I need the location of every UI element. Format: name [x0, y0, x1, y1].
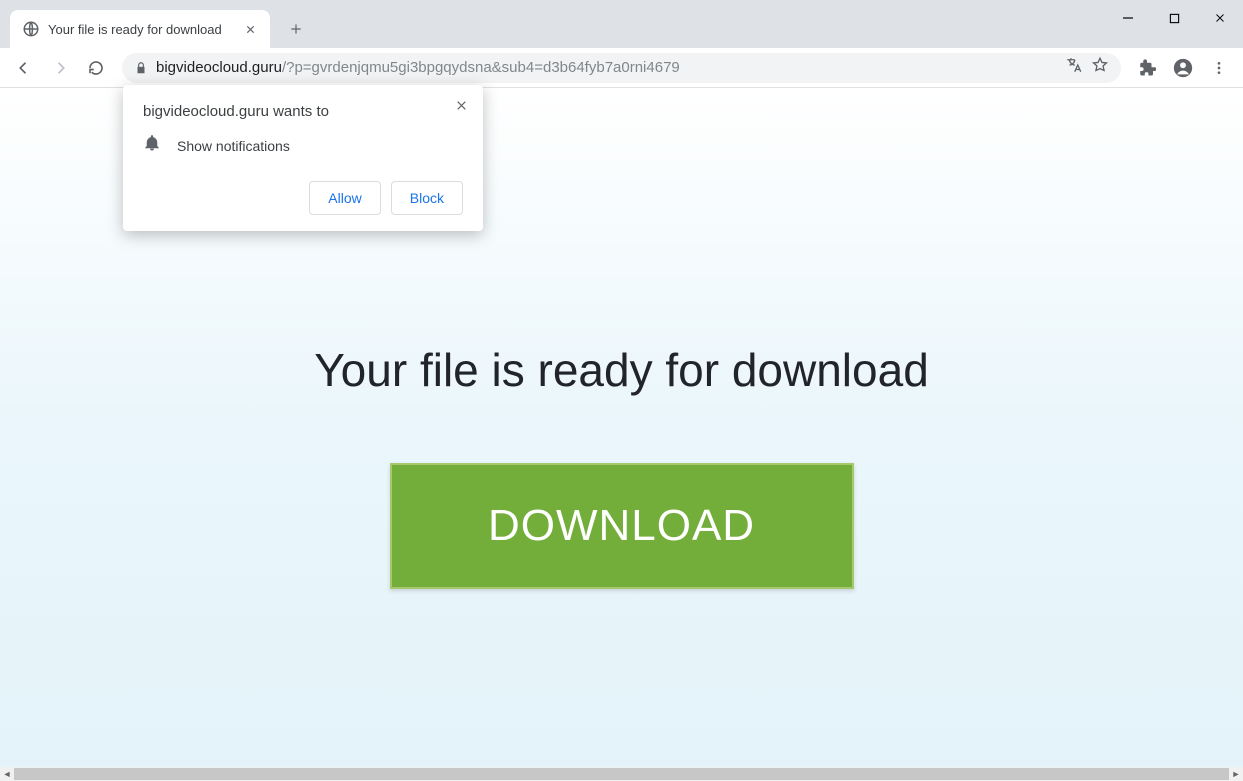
globe-icon: [22, 20, 40, 38]
minimize-button[interactable]: [1105, 0, 1151, 36]
titlebar: Your file is ready for download: [0, 0, 1243, 48]
bookmark-star-icon[interactable]: [1091, 56, 1109, 79]
lock-icon: [134, 61, 148, 75]
permission-origin-text: bigvideocloud.guru wants to: [143, 103, 463, 120]
extensions-icon[interactable]: [1131, 52, 1163, 84]
tab-close-icon[interactable]: [242, 21, 258, 37]
forward-button[interactable]: [44, 52, 76, 84]
browser-tab[interactable]: Your file is ready for download: [10, 10, 270, 48]
page-heading: Your file is ready for download: [314, 343, 929, 397]
horizontal-scrollbar[interactable]: ◄ ►: [0, 767, 1243, 781]
url-text: bigvideocloud.guru/?p=gvrdenjqmu5gi3bpgq…: [156, 59, 680, 76]
permission-close-icon[interactable]: [451, 95, 471, 115]
bell-icon: [143, 134, 161, 157]
close-window-button[interactable]: [1197, 0, 1243, 36]
scroll-thumb[interactable]: [14, 768, 1229, 780]
address-bar[interactable]: bigvideocloud.guru/?p=gvrdenjqmu5gi3bpgq…: [122, 53, 1121, 83]
tab-title: Your file is ready for download: [48, 22, 234, 37]
new-tab-button[interactable]: [282, 15, 310, 43]
permission-popup: bigvideocloud.guru wants to Show notific…: [123, 85, 483, 231]
scroll-right-icon[interactable]: ►: [1229, 767, 1243, 781]
translate-icon[interactable]: [1065, 56, 1083, 79]
block-button[interactable]: Block: [391, 181, 463, 215]
window-controls: [1105, 0, 1243, 36]
download-button[interactable]: DOWNLOAD: [390, 463, 854, 589]
menu-icon[interactable]: [1203, 52, 1235, 84]
profile-icon[interactable]: [1167, 52, 1199, 84]
toolbar: bigvideocloud.guru/?p=gvrdenjqmu5gi3bpgq…: [0, 48, 1243, 88]
scroll-left-icon[interactable]: ◄: [0, 767, 14, 781]
permission-capability-text: Show notifications: [177, 138, 290, 154]
reload-button[interactable]: [80, 52, 112, 84]
scroll-track[interactable]: [14, 767, 1229, 781]
maximize-button[interactable]: [1151, 0, 1197, 36]
back-button[interactable]: [8, 52, 40, 84]
allow-button[interactable]: Allow: [309, 181, 380, 215]
